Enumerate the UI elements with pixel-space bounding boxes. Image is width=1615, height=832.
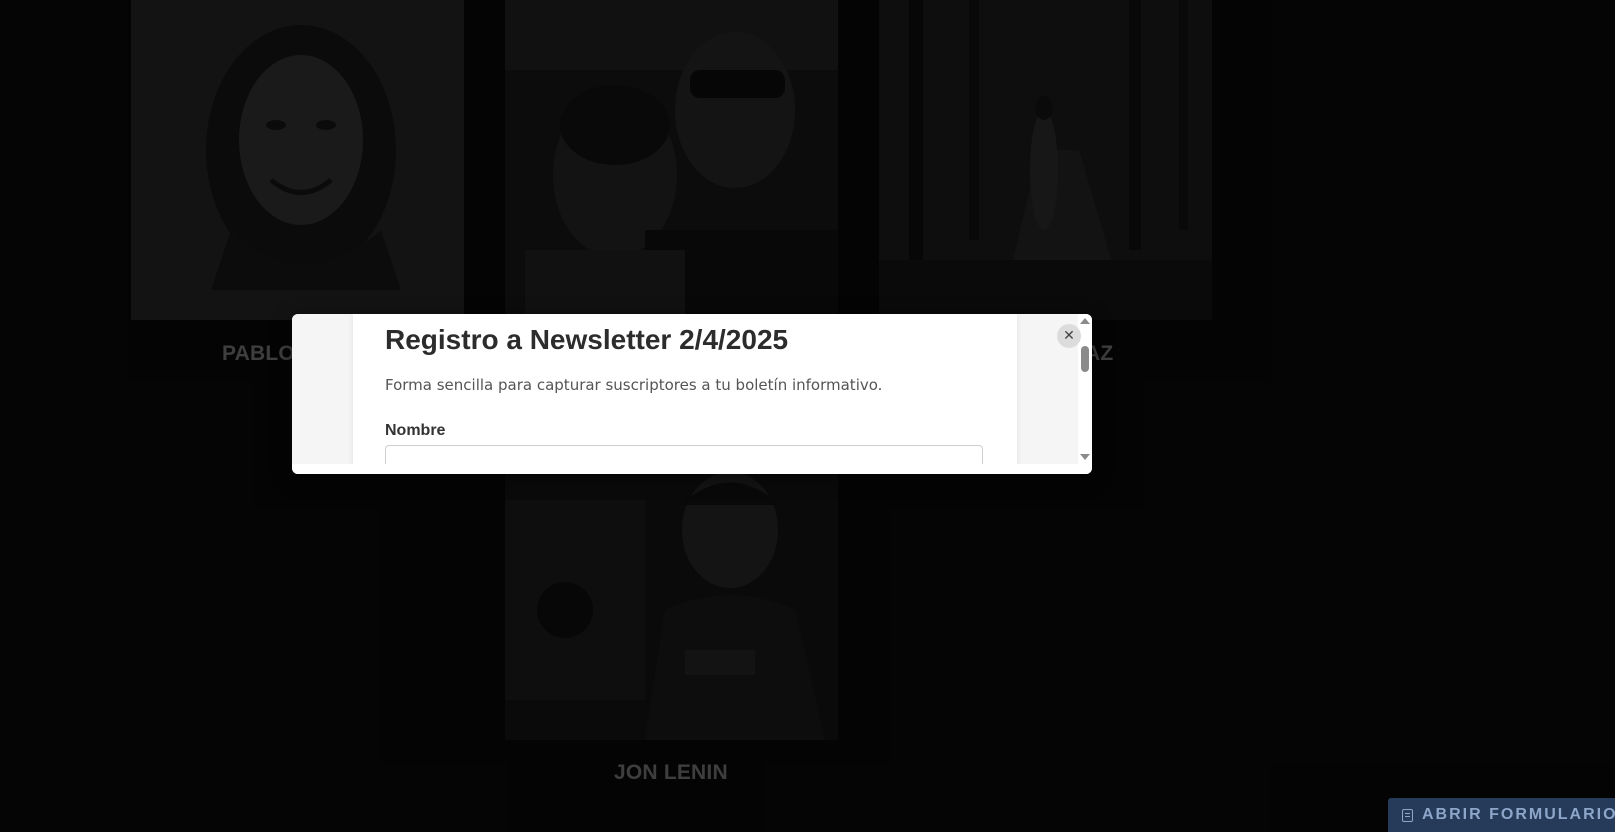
card-photo-1[interactable] — [131, 0, 464, 320]
newsletter-modal: Registro a Newsletter 2/4/2025 Forma sen… — [292, 314, 1092, 474]
document-icon — [1402, 808, 1413, 822]
name-field-label: Nombre — [385, 422, 446, 439]
form-title: Registro a Newsletter 2/4/2025 — [385, 324, 789, 355]
close-icon: ✕ — [1063, 328, 1075, 344]
portrait-sketch-image — [131, 0, 464, 320]
form-description: Forma sencilla para capturar suscriptore… — [385, 376, 883, 394]
name-field[interactable] — [385, 445, 983, 464]
page: PABLO AZ JON LENIN ABRIR FORMULARIO Regi… — [0, 0, 1615, 832]
modal-footer-edge — [292, 464, 1092, 474]
card-photo-2[interactable] — [505, 0, 838, 320]
modal-scroll-area[interactable]: Registro a Newsletter 2/4/2025 Forma sen… — [292, 314, 1078, 464]
forest-path-image — [879, 0, 1212, 320]
open-form-button[interactable]: ABRIR FORMULARIO — [1388, 798, 1615, 832]
card-name-1: PABLO — [222, 342, 295, 365]
scroll-thumb[interactable] — [1081, 346, 1089, 372]
scroll-down-arrow-icon[interactable] — [1080, 454, 1090, 460]
close-button[interactable]: ✕ — [1057, 324, 1081, 348]
open-form-label: ABRIR FORMULARIO — [1422, 806, 1615, 823]
form-panel: Registro a Newsletter 2/4/2025 Forma sen… — [353, 314, 1017, 464]
card-photo-3[interactable] — [879, 0, 1212, 320]
card-name-4: JON LENIN — [614, 761, 728, 784]
scroll-up-arrow-icon[interactable] — [1080, 318, 1090, 324]
couple-selfie-image — [505, 0, 838, 320]
